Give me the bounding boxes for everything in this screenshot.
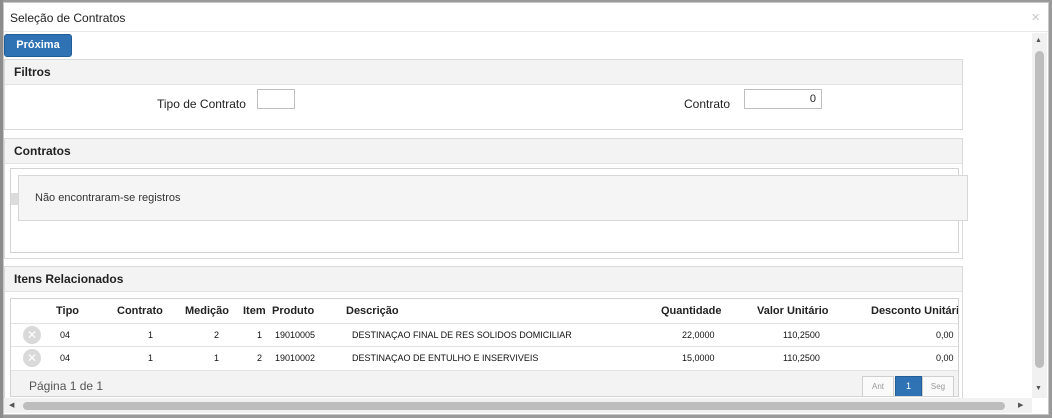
cell-produto: 19010005 — [275, 330, 316, 340]
column-header[interactable]: Valor Unitário — [757, 299, 829, 323]
close-icon[interactable]: × — [1031, 9, 1040, 26]
column-header[interactable]: Contrato — [117, 299, 163, 323]
dialog-titlebar: Seleção de Contratos × — [4, 3, 1048, 32]
vertical-scroll-thumb[interactable] — [1035, 51, 1044, 368]
related-items-panel: Itens Relacionados Tipo Contrato Medição… — [4, 266, 963, 402]
current-page-button[interactable]: 1 — [895, 376, 922, 396]
column-header[interactable]: Produto — [272, 299, 314, 323]
contracts-panel: Contratos Tipo Contrato Medição Item Pro… — [4, 138, 968, 259]
cell-contrato: 1 — [148, 353, 154, 363]
horizontal-scroll-thumb[interactable] — [23, 402, 1005, 410]
cell-medicao: 1 — [214, 353, 220, 363]
cell-contrato: 1 — [148, 330, 154, 340]
filters-panel: Filtros Tipo de Contrato Contrato 0 — [4, 59, 963, 130]
scroll-up-icon[interactable]: ▲ — [1035, 37, 1042, 44]
horizontal-scrollbar[interactable]: ◀ ▶ — [4, 398, 1032, 413]
cell-item: 2 — [257, 353, 263, 363]
table-row[interactable]: ✕ 04 1 2 1 19010005 DESTINAÇAO FINAL DE … — [11, 323, 958, 346]
contract-label: Contrato — [684, 97, 731, 111]
cell-descricao: DESTINAÇAO FINAL DE RES SOLIDOS DOMICILI… — [352, 330, 572, 340]
contracts-panel-title: Contratos — [5, 139, 962, 164]
remove-circle-icon[interactable]: ✕ — [23, 326, 41, 344]
cell-quantidade: 22,0000 — [682, 330, 715, 340]
next-button[interactable]: Próxima — [4, 34, 72, 57]
column-header[interactable]: Tipo — [56, 299, 79, 323]
pager: Página 1 de 1 Ant 1 Seg — [11, 370, 958, 396]
contract-input[interactable]: 0 — [744, 89, 822, 109]
scroll-right-icon[interactable]: ▶ — [1018, 401, 1023, 409]
contract-selection-dialog: Seleção de Contratos × Próxima Filtros T… — [3, 2, 1049, 415]
column-header[interactable]: Medição — [185, 299, 229, 323]
column-header[interactable]: Quantidade — [661, 299, 722, 323]
contract-type-input[interactable] — [257, 89, 295, 109]
remove-circle-icon[interactable]: ✕ — [23, 349, 41, 367]
cell-valor-unitario: 110,2500 — [783, 353, 820, 363]
cell-descricao: DESTINAÇAO DE ENTULHO E INSERVIVEIS — [352, 353, 539, 363]
related-items-grid: Tipo Contrato Medição Item Produto Descr… — [10, 298, 959, 397]
vertical-scrollbar[interactable]: ▲ ▼ — [1032, 33, 1047, 398]
cell-valor-unitario: 110,2500 — [783, 330, 820, 340]
filters-panel-title: Filtros — [5, 60, 962, 85]
related-items-panel-title: Itens Relacionados — [5, 267, 962, 292]
contract-type-label: Tipo de Contrato — [157, 97, 246, 111]
page-indicator: Página 1 de 1 — [29, 379, 104, 393]
cell-tipo: 04 — [60, 330, 71, 340]
cell-tipo: 04 — [60, 353, 71, 363]
cell-quantidade: 15,0000 — [682, 353, 715, 363]
previous-page-button[interactable]: Ant — [862, 376, 894, 396]
cell-produto: 19010002 — [275, 353, 316, 363]
cell-desconto-unitario: 0,00 — [936, 353, 954, 363]
scroll-down-icon[interactable]: ▼ — [1035, 385, 1042, 392]
column-header[interactable]: Desconto Unitário — [871, 299, 958, 323]
cell-medicao: 2 — [214, 330, 220, 340]
scroll-left-icon[interactable]: ◀ — [9, 401, 14, 409]
table-row[interactable]: ✕ 04 1 1 2 19010002 DESTINAÇAO DE ENTULH… — [11, 346, 958, 369]
cell-desconto-unitario: 0,00 — [936, 330, 954, 340]
next-page-button[interactable]: Seg — [922, 376, 954, 396]
empty-state: Não encontraram-se registros — [18, 175, 968, 221]
column-header[interactable]: Item — [243, 299, 266, 323]
cell-item: 1 — [257, 330, 263, 340]
column-header[interactable]: Descrição — [346, 299, 399, 323]
empty-message: Não encontraram-se registros — [35, 192, 181, 204]
dialog-title: Seleção de Contratos — [10, 11, 126, 25]
related-items-grid-header: Tipo Contrato Medição Item Produto Descr… — [11, 299, 958, 323]
